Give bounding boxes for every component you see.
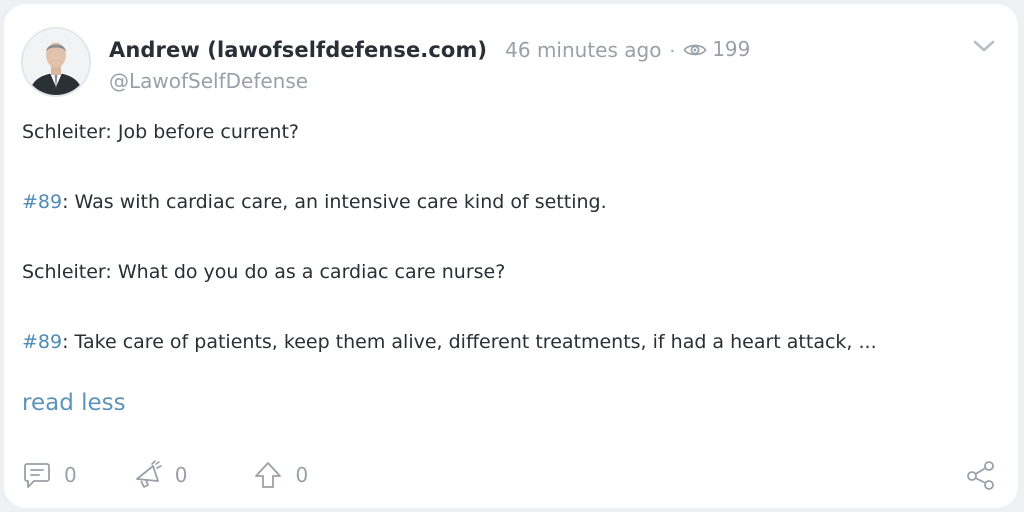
transcript-line: #89: Take care of patients, keep them al… — [22, 329, 1002, 399]
boost-count: 0 — [174, 463, 188, 487]
read-less-link[interactable]: read less — [22, 390, 126, 416]
line-text: : What do you do as a cardiac care nurse… — [105, 261, 506, 283]
post-card: Andrew (lawofselfdefense.com) 46 minutes… — [4, 4, 1018, 508]
author-name[interactable]: Andrew (lawofselfdefense.com) — [109, 38, 487, 62]
transcript-line: Schleiter: What do you do as a cardiac c… — [22, 259, 1002, 329]
line-text: : Was with cardiac care, an intensive ca… — [62, 191, 607, 213]
transcript-line: #89: Was with cardiac care, an intensive… — [22, 189, 1002, 259]
separator-dot: · — [669, 41, 676, 62]
megaphone-icon — [135, 460, 162, 488]
comment-count: 0 — [64, 463, 77, 487]
speaker-label: Schleiter — [22, 261, 106, 283]
comment-icon — [24, 463, 50, 488]
view-count-value: 199 — [712, 37, 751, 61]
avatar-portrait — [23, 29, 89, 95]
upvote-button[interactable]: 0 — [253, 460, 308, 490]
post-body: Schleiter: Job before current? #89: Was … — [22, 119, 1002, 399]
eye-icon — [683, 44, 707, 56]
transcript-line: Schleiter: Job before current? — [22, 119, 1002, 189]
avatar[interactable] — [21, 27, 91, 97]
comment-button[interactable]: 0 — [22, 460, 77, 490]
chevron-down-icon[interactable] — [972, 37, 996, 55]
boost-button[interactable]: 0 — [133, 460, 188, 490]
speaker-label: Schleiter — [22, 121, 106, 143]
hashtag-link[interactable]: #89 — [22, 191, 62, 213]
post-header: Andrew (lawofselfdefense.com) 46 minutes… — [109, 37, 750, 62]
upvote-arrow-icon — [255, 462, 282, 488]
line-text: : Take care of patients, keep them alive… — [62, 331, 877, 353]
post-timestamp[interactable]: 46 minutes ago — [505, 38, 661, 62]
view-count: 199 — [683, 37, 750, 61]
upvote-count: 0 — [295, 463, 309, 487]
share-icon[interactable] — [966, 460, 996, 490]
author-handle[interactable]: @LawofSelfDefense — [109, 69, 308, 93]
action-bar: 0 0 0 — [22, 460, 364, 490]
hashtag-link[interactable]: #89 — [22, 331, 62, 353]
line-text: : Job before current? — [105, 121, 300, 143]
